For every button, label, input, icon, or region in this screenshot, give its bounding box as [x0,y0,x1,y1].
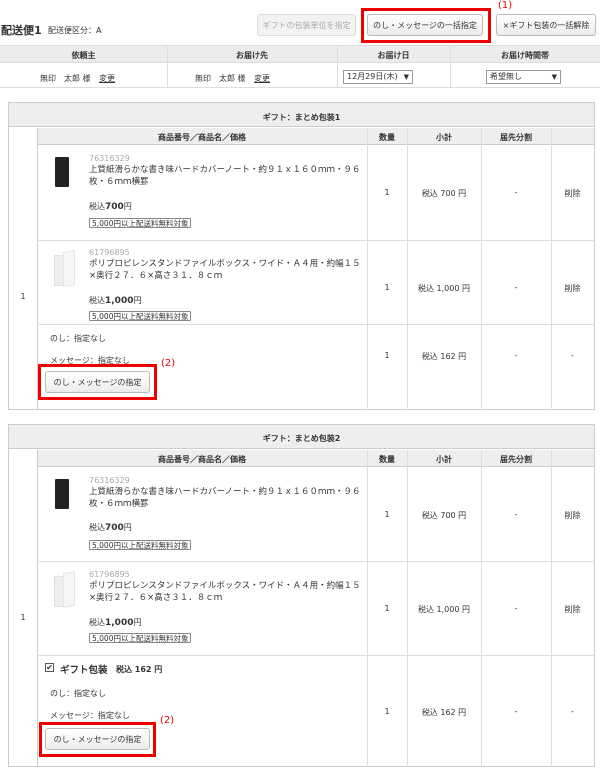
free-shipping-badge: 5,000円以上配送料無料対象 [89,311,192,321]
wrap-delete: - [571,707,574,716]
gift-wrap-label: ギフト包装 [60,665,108,676]
delivery-time-select[interactable]: 希望無し ▼ [486,70,561,84]
group2-row-number: 1 [20,613,26,622]
item-subtotal: 税込 1,000 円 [418,284,470,293]
delivery-date-select[interactable]: 12月29日(木) ▼ [343,70,413,84]
wrap-split: - [514,351,518,360]
recipient-change-link[interactable]: 変更 [254,74,270,83]
th-qty: 数量 [379,133,395,142]
product-sku: 61796895 [89,570,130,579]
th-split: 届先分割 [500,455,532,464]
wrap-subtotal: 税込 162 円 [421,352,467,361]
delivery-date-value: 12月29日(木) [347,72,398,81]
shipment-title: 配送便1 [1,24,42,37]
item-subtotal: 税込 700 円 [421,511,467,520]
free-shipping-badge: 5,000円以上配送料無料対象 [89,218,192,228]
annotation-label-2: (2) [161,358,176,369]
item-qty: 1 [384,283,390,292]
th-split: 届先分割 [500,133,532,142]
th-product: 商品番号／商品名／価格 [158,133,246,142]
sender-change-link[interactable]: 変更 [99,74,115,83]
product-name[interactable]: ポリプロピレンスタンドファイルボックス・ワイド・Ａ４用・約幅１５ ×奥行２７．６×… [89,258,361,282]
gift-group-1-title: ギフト：まとめ包装1 [262,113,341,122]
product-image-notebook [55,157,69,187]
wrap-qty: 1 [384,707,390,716]
free-shipping-badge: 5,000円以上配送料無料対象 [89,540,192,550]
sender-value: 無印 太郎 様 変更 [40,73,115,84]
item-qty: 1 [384,188,390,197]
wrap-delete: - [571,351,574,360]
product-sku: 76316329 [89,476,130,485]
delete-link[interactable]: 削除 [551,604,594,615]
product-image-notebook [55,479,69,509]
wrap-split: - [514,707,518,716]
th-qty: 数量 [379,455,395,464]
product-price: 税込700円 [89,523,132,533]
gift-wrap-price: 税込 162 円 [116,665,163,674]
product-name[interactable]: ポリプロピレンスタンドファイルボックス・ワイド・Ａ４用・約幅１５ ×奥行２７．６×… [89,580,361,604]
wrap-subtotal: 税込 162 円 [421,708,467,717]
recipient-value: 無印 太郎 様 変更 [195,73,270,84]
delete-link[interactable]: 削除 [551,510,594,521]
recipient-name: 無印 太郎 様 [195,74,246,83]
gift-unit-button[interactable]: ギフトの包装単位を指定 [257,14,356,36]
item-qty: 1 [384,510,390,519]
highlight-box-2 [38,364,157,400]
th-subtotal: 小計 [436,133,452,142]
product-sku: 61796895 [89,248,130,257]
th-product: 商品番号／商品名／価格 [158,455,246,464]
highlight-box-2b [39,722,156,757]
col-sender: 依頼主 [71,51,96,60]
group1-row-number: 1 [20,292,26,301]
wrap-qty: 1 [384,351,390,360]
gift-group-2-title: ギフト：まとめ包装2 [262,434,341,443]
product-name[interactable]: 上質紙滑らかな書き味ハードカバーノート・約９１ｘ１６０ｍｍ・９６ 枚・６ｍｍ横罫 [89,486,361,510]
item-subtotal: 税込 1,000 円 [418,605,470,614]
annotation-label-1: (1) [498,0,513,11]
col-delivery-time: お届け時間帯 [501,51,549,60]
chevron-down-icon: ▼ [403,73,409,81]
gift-wrap-cancel-button[interactable]: ×ギフト包装の一括解除 [496,14,596,36]
product-price: 税込700円 [89,202,132,212]
item-split: - [514,510,518,519]
item-split: - [514,188,518,197]
noshi-status: のし：指定なし [50,334,106,343]
chevron-down-icon: ▼ [551,73,557,81]
item-subtotal: 税込 700 円 [421,189,467,198]
col-delivery-date: お届け日 [377,51,410,60]
gift-wrap-checkbox[interactable]: ✔ [45,663,54,672]
delete-link[interactable]: 削除 [551,283,594,294]
annotation-label-2b: (2) [160,715,175,726]
sender-name: 無印 太郎 様 [40,74,91,83]
noshi-status: のし：指定なし [50,689,106,698]
product-sku: 76316329 [89,154,130,163]
item-qty: 1 [384,604,390,613]
free-shipping-badge: 5,000円以上配送料無料対象 [89,633,192,643]
highlight-box-1 [361,8,491,43]
col-recipient: お届け先 [236,51,268,60]
delivery-time-value: 希望無し [490,72,522,81]
th-subtotal: 小計 [436,455,452,464]
product-price: 税込1,000円 [89,618,142,628]
shipment-subtitle: 配送便区分：A [48,26,102,35]
item-split: - [514,283,518,292]
product-image-filebox [52,571,76,608]
message-status: メッセージ：指定なし [50,711,130,720]
item-split: - [514,604,518,613]
delete-link[interactable]: 削除 [551,188,594,199]
product-image-filebox [52,250,76,287]
product-name[interactable]: 上質紙滑らかな書き味ハードカバーノート・約９１ｘ１６０ｍｍ・９６ 枚・６ｍｍ横罫 [89,164,361,188]
product-price: 税込1,000円 [89,296,142,306]
